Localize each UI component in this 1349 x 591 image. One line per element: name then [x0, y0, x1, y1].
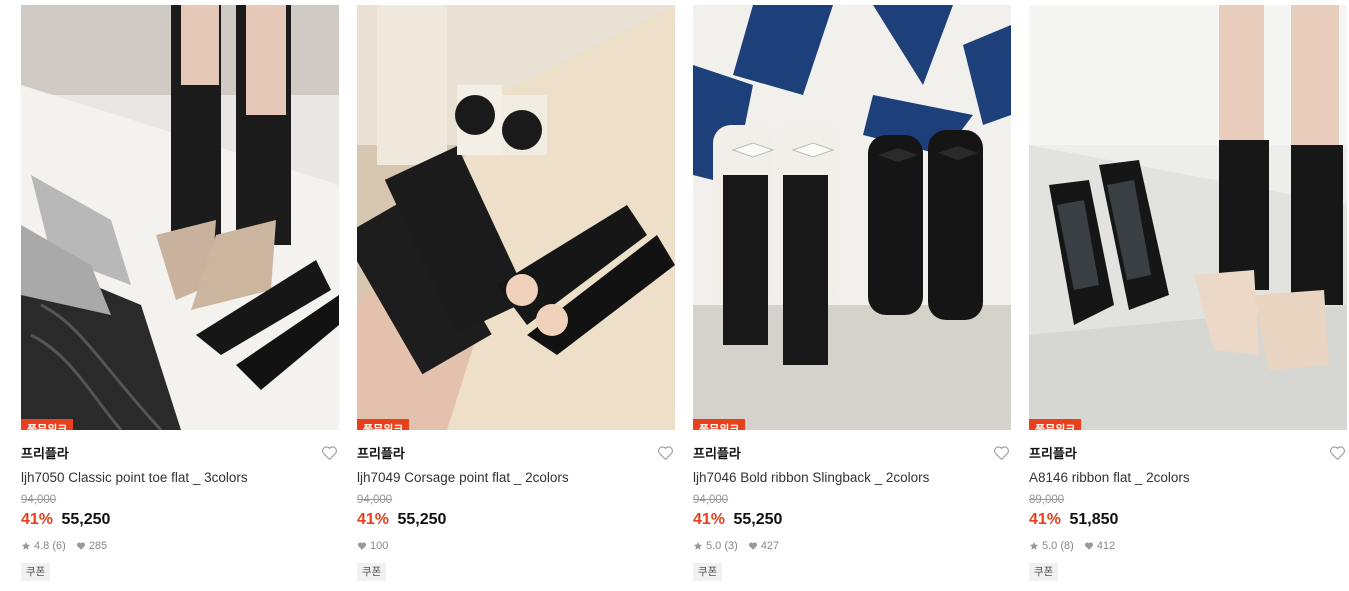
product-info: 프리플라 ljh7049 Corsage point flat _ 2color… — [357, 430, 675, 581]
product-image[interactable]: 풀문위크 — [693, 5, 1011, 430]
rating-group: 5.0 (3) — [693, 539, 738, 553]
price-row: 41% 51,850 — [1029, 510, 1347, 530]
product-title[interactable]: ljh7050 Classic point toe flat _ 3colors — [21, 469, 339, 487]
rating-value: 4.8 — [34, 540, 50, 552]
brand-row: 프리플라 — [693, 445, 1011, 463]
heart-filled-icon — [357, 541, 367, 551]
star-icon — [1029, 541, 1039, 551]
promo-badge: 풀문위크 — [21, 419, 74, 430]
heart-outline-icon — [322, 446, 337, 460]
heart-filled-icon — [748, 541, 758, 551]
product-image[interactable]: 풀문위크 — [1029, 5, 1347, 430]
likes-group: 100 — [357, 539, 388, 553]
review-count: (3) — [724, 540, 738, 552]
product-title[interactable]: A8146 ribbon flat _ 2colors — [1029, 469, 1347, 487]
original-price: 94,000 — [21, 494, 57, 506]
product-photo — [1029, 5, 1347, 430]
price-row: 41% 55,250 — [21, 510, 339, 530]
like-count: 412 — [1096, 540, 1116, 552]
meta-row: 100 — [357, 539, 675, 553]
product-grid: 풀문위크 프리플라 ljh7050 Classic point toe flat… — [0, 0, 1349, 591]
star-icon — [21, 541, 31, 551]
rating-value: 5.0 — [1042, 540, 1058, 552]
product-info: 프리플라 A8146 ribbon flat _ 2colors 89,000 … — [1029, 430, 1347, 581]
price-row: 41% 55,250 — [357, 510, 675, 530]
original-price: 89,000 — [1029, 494, 1065, 506]
heart-outline-icon — [658, 446, 673, 460]
rating-group: 5.0 (8) — [1029, 539, 1074, 553]
product-info: 프리플라 ljh7046 Bold ribbon Slingback _ 2co… — [693, 430, 1011, 581]
heart-filled-icon — [76, 541, 86, 551]
coupon-badge: 쿠폰 — [693, 563, 723, 581]
likes-group: 427 — [748, 539, 779, 553]
brand-name[interactable]: 프리플라 — [1029, 447, 1077, 462]
discount-rate: 41% — [357, 511, 390, 528]
rating-group: 4.8 (6) — [21, 539, 66, 553]
product-photo — [21, 5, 339, 430]
brand-name[interactable]: 프리플라 — [21, 447, 69, 462]
like-count: 427 — [760, 540, 780, 552]
meta-row: 4.8 (6) 285 — [21, 539, 339, 553]
sale-price: 55,250 — [61, 511, 111, 528]
like-count: 285 — [88, 540, 108, 552]
wishlist-button[interactable] — [321, 445, 339, 463]
review-count: (6) — [52, 540, 66, 552]
product-photo — [693, 5, 1011, 430]
like-count: 100 — [370, 540, 389, 552]
coupon-badge: 쿠폰 — [21, 563, 51, 581]
product-image[interactable]: 풀문위크 — [21, 5, 339, 430]
heart-filled-icon — [1084, 541, 1094, 551]
brand-row: 프리플라 — [357, 445, 675, 463]
brand-name[interactable]: 프리플라 — [357, 447, 405, 462]
product-title[interactable]: ljh7046 Bold ribbon Slingback _ 2colors — [693, 469, 1011, 487]
sale-price: 55,250 — [397, 511, 447, 528]
price-row: 41% 55,250 — [693, 510, 1011, 530]
promo-badge: 풀문위크 — [357, 419, 410, 430]
brand-row: 프리플라 — [21, 445, 339, 463]
product-card[interactable]: 풀문위크 프리플라 A8146 ribbon flat _ 2colors 89… — [1029, 5, 1347, 581]
product-info: 프리플라 ljh7050 Classic point toe flat _ 3c… — [21, 430, 339, 581]
sale-price: 55,250 — [733, 511, 783, 528]
coupon-badge: 쿠폰 — [357, 563, 387, 581]
original-price: 94,000 — [693, 494, 729, 506]
product-card[interactable]: 풀문위크 프리플라 ljh7049 Corsage point flat _ 2… — [357, 5, 675, 581]
star-icon — [693, 541, 703, 551]
promo-badge: 풀문위크 — [1029, 419, 1082, 430]
brand-row: 프리플라 — [1029, 445, 1347, 463]
heart-outline-icon — [1330, 446, 1345, 460]
coupon-badge: 쿠폰 — [1029, 563, 1059, 581]
product-title[interactable]: ljh7049 Corsage point flat _ 2colors — [357, 469, 675, 487]
discount-rate: 41% — [693, 511, 726, 528]
product-card[interactable]: 풀문위크 프리플라 ljh7046 Bold ribbon Slingback … — [693, 5, 1011, 581]
meta-row: 5.0 (8) 412 — [1029, 539, 1347, 553]
likes-group: 285 — [76, 539, 107, 553]
discount-rate: 41% — [21, 511, 54, 528]
discount-rate: 41% — [1029, 511, 1062, 528]
original-price: 94,000 — [357, 494, 393, 506]
meta-row: 5.0 (3) 427 — [693, 539, 1011, 553]
promo-badge: 풀문위크 — [693, 419, 746, 430]
sale-price: 51,850 — [1069, 511, 1119, 528]
wishlist-button[interactable] — [657, 445, 675, 463]
product-photo — [357, 5, 675, 430]
wishlist-button[interactable] — [1329, 445, 1347, 463]
review-count: (8) — [1060, 540, 1074, 552]
heart-outline-icon — [994, 446, 1009, 460]
brand-name[interactable]: 프리플라 — [693, 447, 741, 462]
rating-value: 5.0 — [706, 540, 722, 552]
likes-group: 412 — [1084, 539, 1115, 553]
product-card[interactable]: 풀문위크 프리플라 ljh7050 Classic point toe flat… — [21, 5, 339, 581]
wishlist-button[interactable] — [993, 445, 1011, 463]
product-image[interactable]: 풀문위크 — [357, 5, 675, 430]
